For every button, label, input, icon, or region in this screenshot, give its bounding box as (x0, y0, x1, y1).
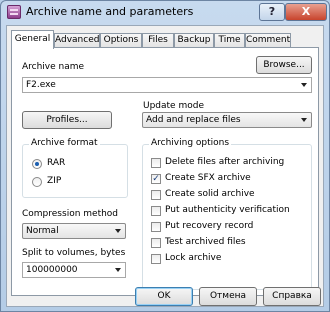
window-title: Archive name and parameters (26, 5, 194, 18)
update-mode-value: Add and replace files (146, 115, 241, 125)
recovery-record-label[interactable]: Put recovery record (165, 221, 253, 231)
archiving-options-title: Archiving options (149, 138, 232, 148)
archive-name-value: F2.exe (26, 80, 56, 90)
tab-files[interactable]: Files (142, 33, 174, 48)
update-mode-label: Update mode (143, 101, 204, 111)
compression-method-label: Compression method (22, 209, 119, 219)
help-title-button[interactable]: ? (259, 3, 285, 21)
ok-button[interactable]: OK (135, 287, 193, 306)
title-bar[interactable]: Archive name and parameters ? X (1, 1, 329, 23)
chevron-down-icon[interactable] (115, 229, 121, 233)
recovery-record-checkbox[interactable] (151, 222, 161, 232)
dialog-window: Archive name and parameters ? X General … (0, 0, 330, 312)
tab-advanced[interactable]: Advanced (54, 33, 100, 48)
tab-backup[interactable]: Backup (174, 33, 214, 48)
tab-strip: General Advanced Options Files Backup Ti… (11, 30, 321, 49)
create-solid-label[interactable]: Create solid archive (165, 189, 255, 199)
chevron-down-icon[interactable] (301, 83, 307, 87)
compression-method-dropdown[interactable]: Normal (22, 223, 126, 239)
checkmark-icon: ✓ (152, 174, 160, 184)
lock-archive-label[interactable]: Lock archive (165, 253, 221, 263)
archive-format-title: Archive format (29, 138, 100, 148)
authenticity-verification-label[interactable]: Put authenticity verification (165, 205, 290, 215)
split-volumes-value: 100000000 (26, 265, 78, 275)
cancel-button[interactable]: Отмена (199, 287, 257, 306)
create-sfx-checkbox[interactable]: ✓ (151, 174, 161, 184)
tab-time[interactable]: Time (214, 33, 245, 48)
dialog-client-area: General Advanced Options Files Backup Ti… (6, 25, 324, 307)
archive-format-group: Archive format RAR ZIP (22, 138, 128, 198)
compression-method-value: Normal (26, 226, 59, 236)
split-volumes-combobox[interactable]: 100000000 (22, 262, 126, 278)
browse-button[interactable]: Browse... (256, 56, 312, 74)
archiving-options-group: Archiving options Delete files after arc… (142, 138, 312, 290)
delete-files-checkbox[interactable] (151, 158, 161, 168)
profiles-button[interactable]: Profiles... (22, 111, 112, 129)
zip-radio[interactable] (32, 177, 42, 187)
chevron-down-icon[interactable] (301, 118, 307, 122)
zip-radio-label[interactable]: ZIP (47, 176, 61, 186)
tab-options[interactable]: Options (100, 33, 142, 48)
archive-name-label: Archive name (22, 62, 85, 72)
tab-comment[interactable]: Comment (245, 33, 291, 48)
rar-radio-label[interactable]: RAR (47, 158, 65, 168)
rar-radio[interactable] (32, 159, 42, 169)
archive-name-combobox[interactable]: F2.exe (22, 77, 312, 93)
test-archived-checkbox[interactable] (151, 238, 161, 248)
tab-general[interactable]: General (11, 30, 54, 49)
delete-files-label[interactable]: Delete files after archiving (165, 157, 284, 167)
split-volumes-label: Split to volumes, bytes (22, 248, 126, 258)
chevron-down-icon[interactable] (115, 268, 121, 272)
close-button[interactable]: X (285, 3, 327, 21)
lock-archive-checkbox[interactable] (151, 254, 161, 264)
help-button[interactable]: Справка (263, 287, 321, 306)
create-sfx-label[interactable]: Create SFX archive (165, 173, 251, 183)
update-mode-dropdown[interactable]: Add and replace files (142, 112, 312, 128)
authenticity-verification-checkbox[interactable] (151, 206, 161, 216)
general-tab-panel: Archive name Browse... F2.exe Update mod… (11, 47, 319, 296)
test-archived-label[interactable]: Test archived files (165, 237, 246, 247)
winrar-books-icon (7, 5, 21, 19)
create-solid-checkbox[interactable] (151, 190, 161, 200)
